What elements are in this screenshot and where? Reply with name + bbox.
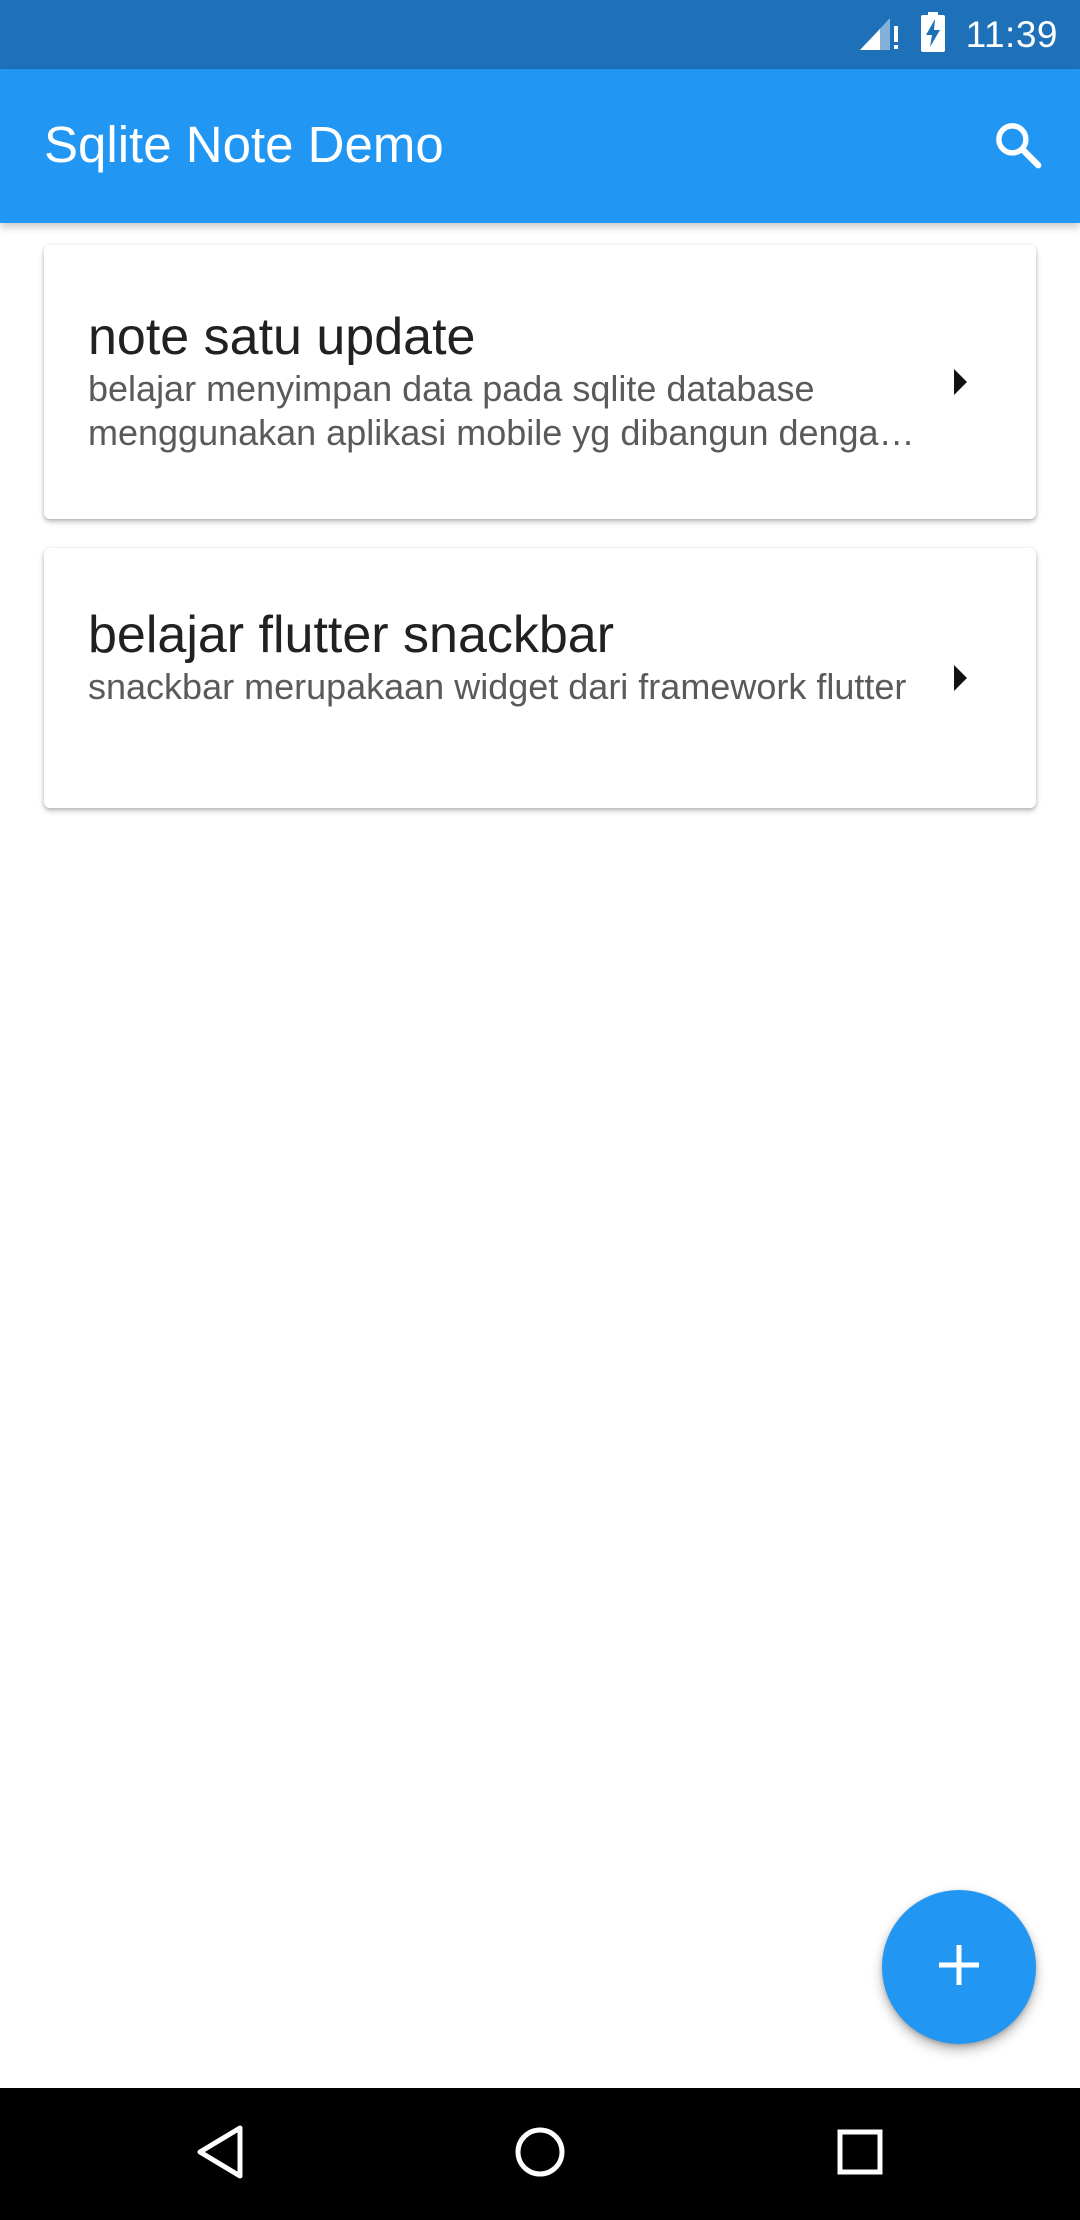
note-card[interactable]: note satu update belajar menyimpan data …: [44, 245, 1036, 519]
back-button[interactable]: [180, 2114, 260, 2194]
chevron-right-icon: [950, 367, 970, 397]
status-icons: 11:39: [858, 0, 1058, 69]
note-description: belajar menyimpan data pada sqlite datab…: [88, 368, 899, 453]
note-title: belajar flutter snackbar: [88, 606, 615, 664]
app-bar: Sqlite Note Demo: [0, 69, 1080, 223]
recents-icon: [836, 2128, 884, 2181]
add-icon: [937, 1943, 981, 1992]
search-icon: [991, 118, 1045, 177]
note-text: note satu update belajar menyimpan data …: [88, 307, 916, 455]
app-title: Sqlite Note Demo: [44, 116, 444, 173]
search-button[interactable]: [984, 113, 1052, 181]
note-text: belajar flutter snackbar snackbar merupa…: [88, 605, 916, 709]
note-card[interactable]: belajar flutter snackbar snackbar merupa…: [44, 548, 1036, 808]
add-note-button[interactable]: [882, 1890, 1036, 2044]
chevron-right-icon: [950, 663, 970, 693]
navigation-bar: [0, 2088, 1080, 2220]
note-description: snackbar merupakaan widget dari framewor…: [88, 666, 907, 707]
back-icon: [194, 2124, 246, 2185]
home-button[interactable]: [500, 2114, 580, 2194]
status-bar: 11:39: [0, 0, 1080, 69]
recents-button[interactable]: [820, 2114, 900, 2194]
status-time: 11:39: [965, 13, 1058, 55]
home-icon: [514, 2126, 566, 2183]
signal-icon: [858, 12, 920, 57]
battery-charging-icon: [920, 12, 966, 57]
screen: 11:39 Sqlite Note Demo note satu update …: [0, 0, 1080, 2220]
note-title: note satu update: [88, 308, 476, 366]
